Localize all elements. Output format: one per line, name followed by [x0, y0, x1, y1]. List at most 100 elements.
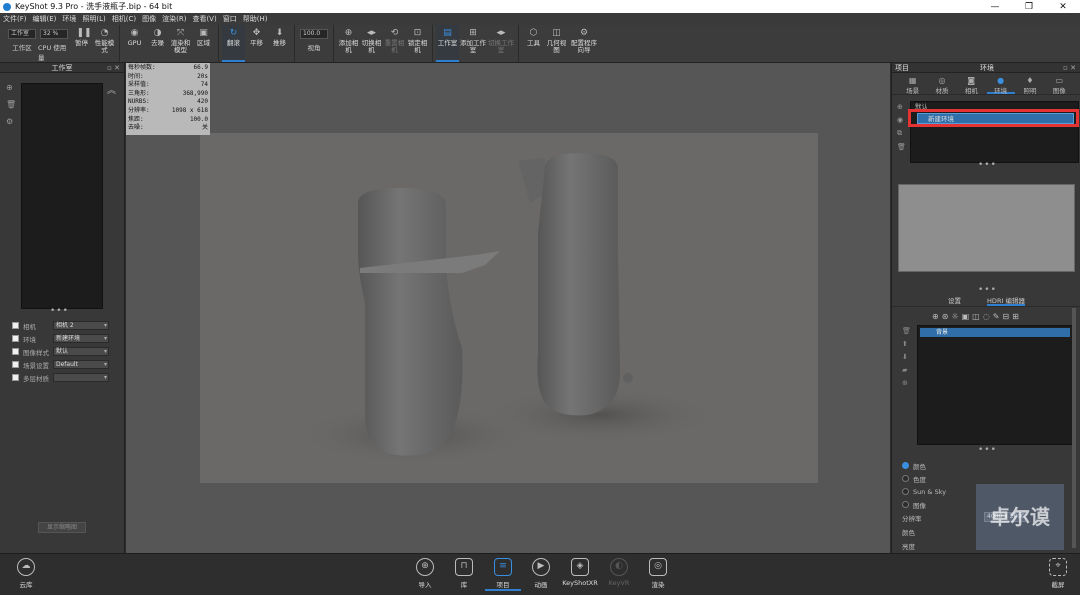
projection-icon[interactable]: ⊟ — [1002, 312, 1009, 321]
environment-select[interactable]: 新建环境 — [53, 334, 109, 343]
move-up-icon[interactable]: ⬆ — [902, 340, 911, 348]
radio-dot[interactable] — [902, 501, 909, 508]
multi-material-checkbox[interactable] — [12, 374, 19, 381]
workspace-selector[interactable]: 工作室 工作区 — [6, 25, 38, 62]
tab-camera[interactable]: ◙ 相机 — [957, 73, 985, 95]
hdri-icon[interactable]: ◉ — [897, 116, 906, 124]
scene-settings-checkbox[interactable] — [12, 361, 19, 368]
add-studio-button[interactable]: ⊞ 添加工作室 — [459, 25, 487, 62]
close-button[interactable]: ✕ — [1046, 2, 1080, 12]
configurator-wizard-button[interactable]: ⚙ 配置程序向导 — [568, 25, 600, 62]
delete-icon[interactable]: 🗑 — [6, 100, 16, 109]
pan-button[interactable]: ✥ 平移 — [245, 25, 268, 62]
select-icon[interactable]: ◌ — [983, 312, 990, 321]
light-pin-icon[interactable]: ⊛ — [942, 312, 949, 321]
tumble-button[interactable]: ↻ 翻滚 — [222, 25, 245, 62]
gpu-button[interactable]: ◉ GPU — [123, 25, 146, 62]
tools-button[interactable]: ⬡ 工具 — [522, 25, 545, 62]
cloud-library-button[interactable]: ☁ 云库 — [8, 558, 44, 589]
resize-handle-icon[interactable]: ••• — [978, 160, 997, 170]
denoise-button[interactable]: ◑ 去噪 — [146, 25, 169, 62]
keyshotxr-button[interactable]: ◈ KeyShotXR — [562, 558, 598, 587]
fov-input[interactable]: 100.0 — [300, 29, 328, 39]
hdri-layer-list[interactable]: 背景 — [917, 325, 1073, 445]
keyvr-button[interactable]: ◐ KeyVR — [601, 558, 637, 587]
geometry-view-button[interactable]: ◫ 几何视图 — [545, 25, 568, 62]
library-button[interactable]: ⊓ 库 — [446, 558, 482, 589]
menu-edit[interactable]: 编辑(E) — [33, 14, 57, 24]
target-icon[interactable]: ⊕ — [902, 379, 911, 387]
tab-material[interactable]: ◎ 材质 — [928, 73, 956, 95]
menu-view[interactable]: 查看(V) — [192, 14, 216, 24]
move-down-icon[interactable]: ⬇ — [902, 353, 911, 361]
add-pin-icon[interactable]: ⊕ — [932, 312, 939, 321]
delete-icon[interactable]: 🗑 — [897, 143, 906, 151]
settings-icon[interactable]: ⚙ — [6, 117, 16, 126]
cpu-usage[interactable]: 32 % CPU 使用量 — [38, 25, 70, 62]
menu-help[interactable]: 帮助(H) — [243, 14, 268, 24]
sun-icon[interactable]: ☼ — [951, 312, 958, 321]
add-camera-button[interactable]: ⊕ 添加相机 — [337, 25, 360, 62]
studio-button[interactable]: ▤ 工作室 — [436, 25, 459, 62]
multi-material-select[interactable] — [53, 373, 109, 382]
camera-view-icon[interactable]: ⊞ — [1012, 312, 1019, 321]
camera-checkbox[interactable] — [12, 322, 19, 329]
menu-render[interactable]: 渲染(R) — [162, 14, 186, 24]
render-button[interactable]: ◎ 渲染 — [640, 558, 676, 589]
menu-window[interactable]: 窗口 — [223, 14, 237, 24]
hdri-item-background[interactable]: 背景 — [920, 328, 1070, 337]
sky-icon[interactable]: ◫ — [972, 312, 980, 321]
tab-hdri-editor[interactable]: HDRI 编辑器 — [987, 295, 1025, 306]
cpu-usage-dropdown[interactable]: 32 % — [40, 29, 68, 39]
radio-image[interactable]: 图像 — [902, 498, 946, 511]
render-viewport[interactable]: 每秒帧数: 66.9 时间: 20s 采样值: 74 三角形: 368,990 NURB… — [126, 63, 890, 553]
duplicate-icon[interactable]: ⧉ — [897, 129, 906, 138]
panel-float-close-icon[interactable]: ▫ ✕ — [1063, 64, 1076, 72]
camera-select[interactable]: 相机 2 — [53, 321, 109, 330]
tab-environment[interactable]: ● 环境 — [986, 73, 1015, 95]
folder-icon[interactable]: ▰ — [902, 366, 911, 374]
render-model-button[interactable]: ⤧ 渲染和模型 — [169, 25, 192, 62]
field-of-view[interactable]: 100.0 视角 — [298, 25, 330, 62]
render-canvas[interactable] — [200, 133, 818, 483]
resize-handle-icon[interactable]: ••• — [978, 285, 997, 295]
menu-lighting[interactable]: 照明(L) — [82, 14, 105, 24]
panel-float-close-icon[interactable]: ▫ ✕ — [107, 63, 120, 73]
delete-icon[interactable]: 🗑 — [902, 327, 911, 335]
pause-button[interactable]: ❚❚ 暂停 — [70, 25, 93, 62]
lock-camera-button[interactable]: ⊡ 锁定相机 — [406, 25, 429, 62]
animation-button[interactable]: ▶ 动画 — [523, 558, 559, 589]
radio-sun-sky[interactable]: Sun & Sky — [902, 485, 946, 498]
reset-camera-button[interactable]: ⟲ 重置相机 — [383, 25, 406, 62]
project-button[interactable]: ≡ 项目 — [485, 558, 521, 591]
switch-studio-button[interactable]: ◂▸ 切换工作室 — [487, 25, 515, 62]
workspace-dropdown[interactable]: 工作室 — [8, 29, 36, 39]
region-button[interactable]: ▣ 区域 — [192, 25, 215, 62]
screenshot-button[interactable]: ⌖ 截屏 — [1040, 558, 1076, 589]
minimize-button[interactable]: — — [978, 2, 1012, 12]
add-environment-icon[interactable]: ⊕ — [897, 103, 906, 111]
menu-file[interactable]: 文件(F) — [3, 14, 27, 24]
image-style-checkbox[interactable] — [12, 348, 19, 355]
radio-gradient[interactable]: 色度 — [902, 472, 946, 485]
image-pin-icon[interactable]: ▣ — [962, 312, 970, 321]
menu-environment[interactable]: 环境 — [62, 14, 76, 24]
dolly-button[interactable]: ⬇ 推移 — [268, 25, 291, 62]
scene-settings-select[interactable]: Default — [53, 360, 109, 369]
tab-lighting[interactable]: ♦ 照明 — [1016, 73, 1044, 95]
tab-settings[interactable]: 设置 — [948, 295, 961, 306]
resize-handle-icon[interactable]: ••• — [978, 445, 997, 455]
radio-dot[interactable] — [902, 475, 909, 482]
environment-checkbox[interactable] — [12, 335, 19, 342]
performance-mode-button[interactable]: ◔ 性能模式 — [93, 25, 116, 62]
add-studio-icon[interactable]: ⊕ — [6, 83, 16, 92]
resize-handle-icon[interactable]: ••• — [50, 306, 69, 316]
radio-dot[interactable] — [902, 488, 909, 495]
menu-camera[interactable]: 相机(C) — [112, 14, 136, 24]
tab-scene[interactable]: ▦ 场景 — [899, 73, 927, 95]
radio-dot[interactable] — [902, 462, 909, 469]
collapse-up-icon[interactable]: ︽ — [107, 83, 116, 96]
maximize-button[interactable]: ❐ — [1012, 2, 1046, 12]
image-style-select[interactable]: 默认 — [53, 347, 109, 356]
tab-image[interactable]: ▭ 图像 — [1045, 73, 1073, 95]
